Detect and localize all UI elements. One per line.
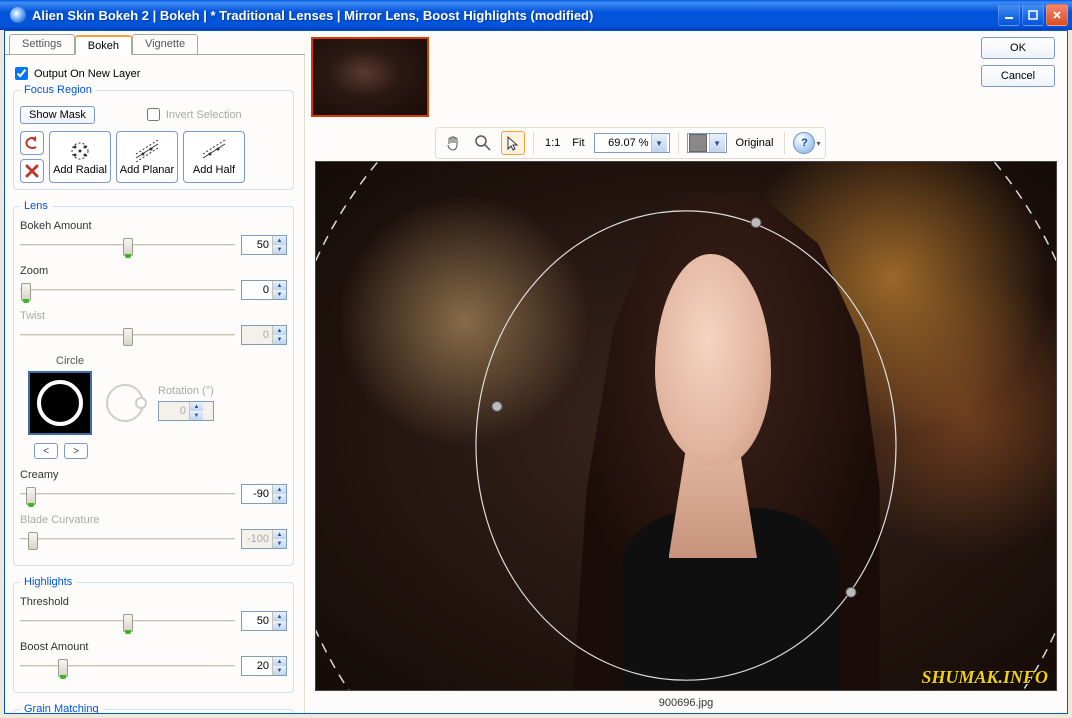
bokeh-amount-param: Bokeh Amount ▲▼ (20, 220, 287, 255)
invert-checkbox[interactable] (147, 108, 160, 121)
add-radial-button[interactable]: Add Radial (49, 131, 111, 183)
blade-curvature-param: Blade Curvature ▲▼ (20, 514, 287, 549)
one-to-one-button[interactable]: 1:1 (542, 137, 563, 149)
tab-strip: Settings Bokeh Vignette (5, 31, 305, 55)
minimize-button[interactable] (998, 4, 1020, 26)
filename-label: 900696.jpg (659, 697, 713, 709)
preview-area[interactable]: SHUMAK.INFO (315, 161, 1057, 691)
twist-param: Twist ▲▼ (20, 310, 287, 345)
hand-tool-icon[interactable] (441, 131, 465, 155)
lens-group: Lens Bokeh Amount ▲▼ Zoom ▲▼ (13, 200, 294, 566)
ok-button[interactable]: OK (981, 37, 1055, 59)
creamy-param: Creamy ▲▼ (20, 469, 287, 504)
bg-color-picker[interactable]: ▼ (687, 133, 727, 153)
zoom-param: Zoom ▲▼ (20, 265, 287, 300)
rotation-label: Rotation (°) (158, 385, 214, 397)
tab-vignette[interactable]: Vignette (132, 34, 198, 54)
cancel-button[interactable]: Cancel (981, 65, 1055, 87)
fit-button[interactable]: Fit (569, 137, 587, 149)
boost-spin[interactable]: ▲▼ (241, 656, 287, 676)
preview-toolbar: 1:1 Fit ▼ ▼ Original ? ▾ (435, 127, 826, 159)
subject-silhouette (553, 183, 893, 690)
add-planar-button[interactable]: Add Planar (116, 131, 178, 183)
output-layer-checkbox[interactable] (15, 67, 28, 80)
grain-matching-group: Grain Matching (13, 703, 294, 713)
threshold-param: Threshold ▲▼ (20, 596, 287, 631)
zoom-spin[interactable]: ▲▼ (241, 280, 287, 300)
boost-param: Boost Amount ▲▼ (20, 641, 287, 676)
undo-button[interactable] (20, 131, 44, 155)
chevron-down-icon[interactable]: ▼ (651, 134, 667, 152)
tab-bokeh[interactable]: Bokeh (75, 35, 132, 55)
threshold-slider[interactable] (20, 613, 235, 629)
pointer-tool-icon[interactable] (501, 131, 525, 155)
window-title: Alien Skin Bokeh 2 | Bokeh | * Tradition… (32, 8, 998, 23)
rotation-knob[interactable] (106, 384, 144, 422)
shape-label: Circle (56, 355, 287, 367)
show-mask-button[interactable]: Show Mask (20, 106, 95, 124)
settings-scroll[interactable]: Output On New Layer Focus Region Show Ma… (5, 55, 305, 713)
twist-slider (20, 327, 235, 343)
status-bar: 900696.jpg (315, 693, 1057, 713)
aperture-shape-preview (28, 371, 92, 435)
creamy-spin[interactable]: ▲▼ (241, 484, 287, 504)
shape-prev-button[interactable]: < (34, 443, 58, 459)
watermark: SHUMAK.INFO (921, 667, 1048, 688)
zoom-tool-icon[interactable] (471, 131, 495, 155)
chevron-down-icon[interactable]: ▼ (709, 134, 725, 152)
original-toggle[interactable]: Original (733, 137, 777, 149)
creamy-slider[interactable] (20, 486, 235, 502)
maximize-button[interactable] (1022, 4, 1044, 26)
add-half-button[interactable]: Add Half (183, 131, 245, 183)
bokeh-amount-slider[interactable] (20, 237, 235, 253)
tab-settings[interactable]: Settings (9, 34, 75, 54)
output-on-new-layer[interactable]: Output On New Layer (13, 63, 294, 84)
boost-slider[interactable] (20, 658, 235, 674)
title-bar: Alien Skin Bokeh 2 | Bokeh | * Tradition… (0, 0, 1072, 30)
bg-color-swatch (689, 134, 707, 152)
zoom-slider[interactable] (20, 282, 235, 298)
shape-next-button[interactable]: > (64, 443, 88, 459)
thumbnail-preview[interactable] (311, 37, 429, 117)
invert-selection[interactable]: Invert Selection (145, 104, 244, 125)
app-icon (10, 7, 26, 23)
threshold-spin[interactable]: ▲▼ (241, 611, 287, 631)
focus-region-group: Focus Region Show Mask Invert Selection (13, 84, 294, 190)
twist-spin: ▲▼ (241, 325, 287, 345)
zoom-dropdown[interactable]: ▼ (594, 133, 670, 153)
help-dropdown-icon[interactable]: ▾ (816, 139, 820, 148)
blade-slider (20, 531, 235, 547)
bokeh-amount-spin[interactable]: ▲▼ (241, 235, 287, 255)
blade-spin: ▲▼ (241, 529, 287, 549)
highlights-group: Highlights Threshold ▲▼ Boost Amount ▲▼ (13, 576, 294, 693)
rotation-spin: ▲▼ (158, 401, 214, 421)
close-button[interactable] (1046, 4, 1068, 26)
help-icon[interactable]: ? (793, 132, 815, 154)
delete-button[interactable] (20, 159, 44, 183)
